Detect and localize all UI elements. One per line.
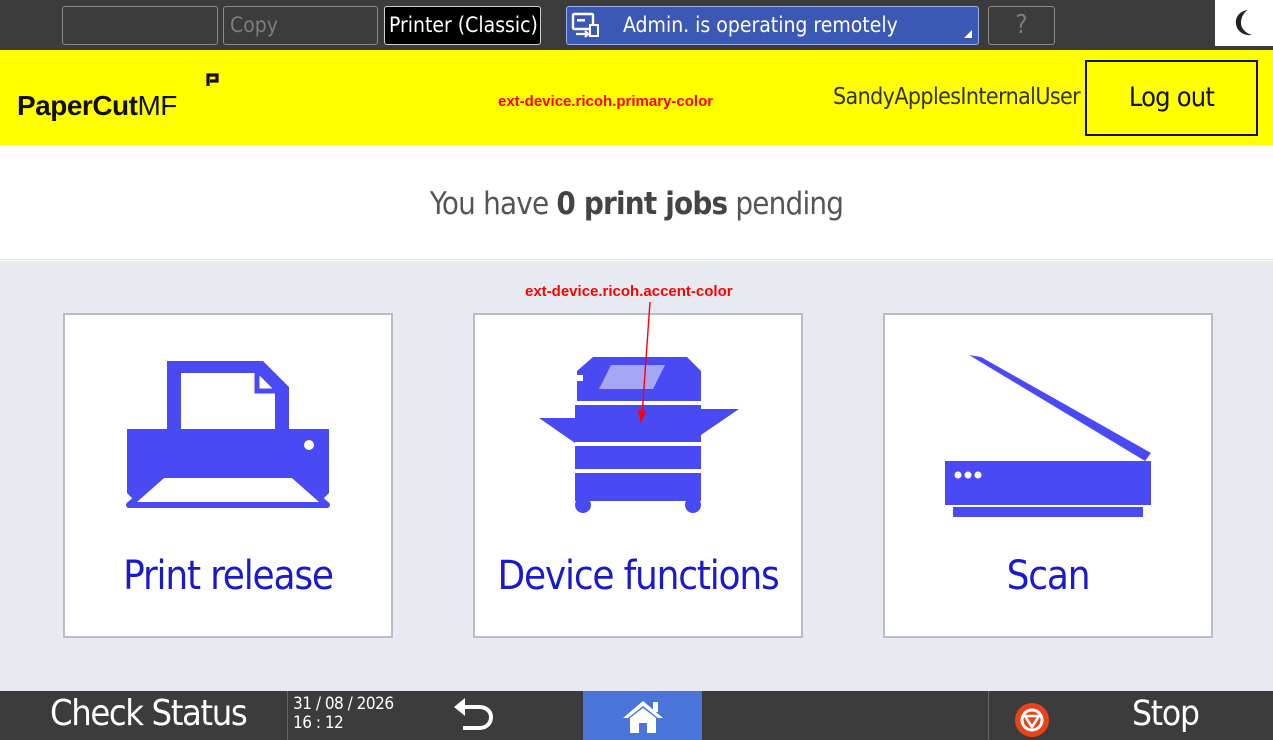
logout-button[interactable]: Log out (1085, 60, 1258, 136)
annotation-arrow-icon (638, 301, 651, 424)
help-button[interactable]: ? (988, 6, 1055, 45)
scan-label: Scan (1006, 553, 1091, 599)
remote-operation-icon (571, 12, 599, 38)
print-release-tile[interactable]: Print release (63, 313, 393, 638)
divider (287, 691, 288, 740)
accent-color-annotation: ext-device.ricoh.accent-color (525, 283, 733, 300)
energy-saver-button[interactable] (1215, 0, 1273, 46)
back-arrow-icon[interactable] (445, 695, 503, 735)
logo-wordmark: PaperCutMF (17, 90, 177, 121)
date-time-display: 31 / 08 / 2026 16 : 12 (293, 695, 394, 733)
home-button[interactable] (583, 691, 702, 740)
stop-button[interactable]: Stop (1132, 694, 1200, 734)
check-status-button[interactable]: Check Status (50, 693, 248, 734)
print-release-label: Print release (123, 553, 334, 599)
pending-jobs-panel: You have 0 print jobs pending (0, 145, 1273, 260)
scan-tile[interactable]: Scan (883, 313, 1213, 638)
logo-mark-icon (206, 73, 219, 86)
stop-icon[interactable] (1013, 701, 1051, 739)
copy-app-button[interactable]: Copy (223, 6, 378, 45)
pending-jobs-count: 0 print jobs (556, 186, 728, 222)
system-bottom-bar: Check Status 31 / 08 / 2026 16 : 12 Stop (0, 691, 1273, 740)
moon-icon (1235, 10, 1252, 36)
blank-app-button[interactable] (62, 6, 218, 45)
system-top-bar: Copy Printer (Classic) Admin. is operati… (0, 0, 1273, 50)
primary-color-annotation: ext-device.ricoh.primary-color (498, 93, 714, 110)
scanner-icon (945, 355, 1151, 517)
time-text: 16 : 12 (293, 713, 344, 733)
remote-operation-status[interactable]: Admin. is operating remotely (566, 6, 979, 45)
device-functions-label: Device functions (497, 553, 779, 599)
remote-operation-label: Admin. is operating remotely (623, 13, 898, 37)
expand-corner-icon (964, 30, 972, 38)
divider (988, 691, 989, 740)
printer-classic-button[interactable]: Printer (Classic) (384, 6, 541, 45)
user-name: SandyApplesInternalUser (833, 84, 1081, 110)
pending-jobs-message: You have 0 print jobs pending (429, 186, 844, 222)
home-icon (623, 701, 663, 733)
printer-icon (126, 361, 330, 508)
date-text: 31 / 08 / 2026 (293, 694, 394, 714)
